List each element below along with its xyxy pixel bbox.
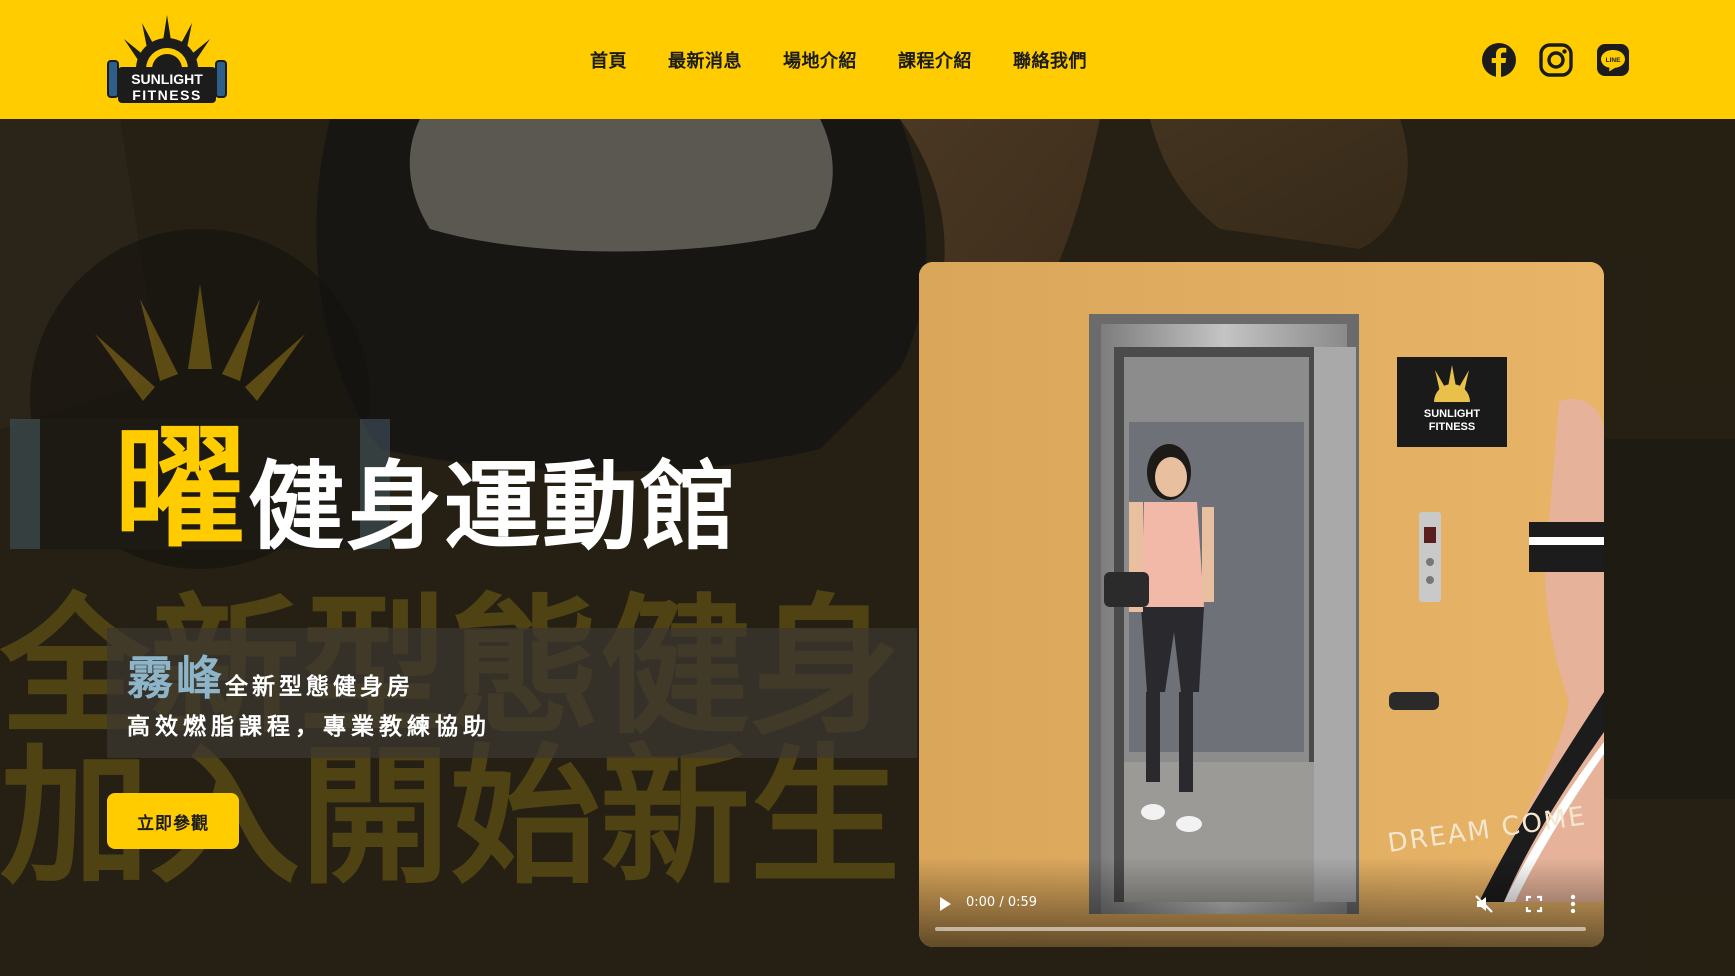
muted-volume-icon[interactable]	[1474, 894, 1494, 914]
play-icon[interactable]	[937, 895, 953, 913]
fullscreen-icon[interactable]	[1525, 895, 1543, 913]
hero-subtitle-line2: 高效燃脂課程，專業教練協助	[127, 714, 491, 740]
visit-now-button[interactable]: 立即參觀	[107, 793, 239, 849]
hero-subtitle-panel: 霧峰全新型態健身房 高效燃脂課程，專業教練協助	[107, 628, 917, 758]
nav-home[interactable]: 首頁	[590, 47, 627, 73]
line-icon[interactable]: LINE	[1595, 42, 1631, 78]
more-options-icon[interactable]	[1569, 893, 1577, 915]
video-time-display: 0:00 / 0:59	[966, 895, 1038, 910]
sign-text-line1: SUNLIGHT	[1424, 408, 1481, 420]
site-header: SUNLIGHT FITNESS 首頁 最新消息 場地介紹 課程介紹 聯絡我們	[0, 0, 1735, 119]
location-label: 霧峰	[127, 651, 225, 705]
nav-venue[interactable]: 場地介紹	[783, 47, 857, 73]
facebook-icon[interactable]	[1481, 42, 1517, 78]
video-controls-bar: 0:00 / 0:59	[919, 857, 1604, 947]
nav-contact[interactable]: 聯絡我們	[1013, 47, 1087, 73]
logo-text-line2: FITNESS	[132, 87, 202, 103]
video-progress-bar[interactable]	[935, 927, 1586, 931]
svg-text:LINE: LINE	[1606, 57, 1621, 64]
hero-title-accent: 曜	[114, 412, 246, 566]
gym-type-label: 全新型態健身房	[225, 674, 414, 700]
nav-news[interactable]: 最新消息	[668, 47, 742, 73]
sign-text-line2: FITNESS	[1429, 421, 1475, 433]
hero-section: 全新型態健身 加入開始新生 曜健身運動館 霧峰全新型態健身房 高效燃脂課程，專業…	[0, 119, 1735, 976]
logo-text-line1: SUNLIGHT	[131, 71, 203, 87]
instagram-icon[interactable]	[1538, 42, 1574, 78]
hero-title-main: 健身運動館	[248, 451, 738, 563]
sunlight-fitness-logo[interactable]: SUNLIGHT FITNESS	[106, 11, 228, 108]
hero-title: 曜健身運動館	[114, 423, 738, 555]
social-links: LINE	[1481, 0, 1631, 119]
nav-courses[interactable]: 課程介紹	[898, 47, 972, 73]
main-nav: 首頁 最新消息 場地介紹 課程介紹 聯絡我們	[590, 0, 1087, 119]
promo-video-player[interactable]: SUNLIGHT FITNESS DREAM COME 0:00 / 0:59	[919, 262, 1604, 947]
video-frame: SUNLIGHT FITNESS DREAM COME	[919, 262, 1604, 947]
hero-subtitle-line1: 霧峰全新型態健身房	[127, 642, 414, 708]
